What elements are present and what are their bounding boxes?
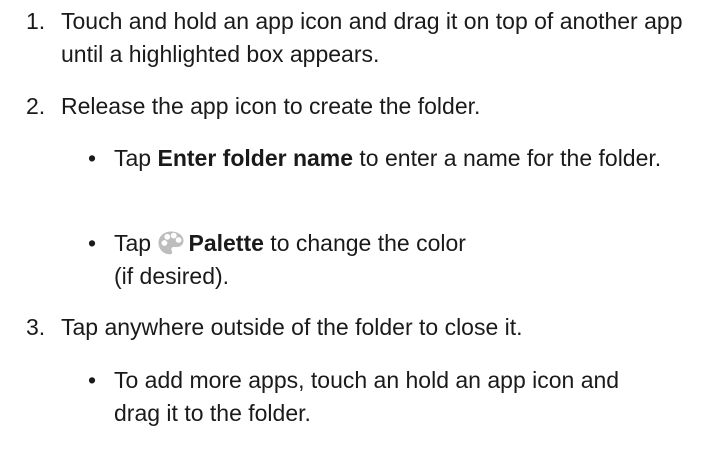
instruction-document: 1. Touch and hold an app icon and drag i… xyxy=(0,0,702,459)
bullet-suffix: to change the color xyxy=(263,230,466,256)
step-2: 2. Release the app icon to create the fo… xyxy=(26,90,696,123)
bullet-prefix: Tap xyxy=(114,230,158,256)
bullet-dot: • xyxy=(88,367,97,393)
bullet-add-more-apps: • To add more apps, touch an hold an app… xyxy=(88,364,698,430)
bullet-text: To add more apps, touch an hold an app i… xyxy=(114,367,620,426)
step-number: 1. xyxy=(26,8,46,34)
step-number: 2. xyxy=(26,93,46,119)
bullet-enter-folder-name: • Tap Enter folder name to enter a name … xyxy=(88,142,698,175)
bullet-text: Tap Enter folder name to enter a name fo… xyxy=(114,142,698,175)
bullet-palette: • Tap Palette to change the color (if des… xyxy=(88,227,698,293)
step-text: Release the app icon to create the folde… xyxy=(61,93,481,119)
bullet-line-2: (if desired). xyxy=(114,263,230,289)
palette-label: Palette xyxy=(188,230,264,256)
enter-folder-name-label: Enter folder name xyxy=(157,145,354,171)
step-3: 3. Tap anywhere outside of the folder to… xyxy=(26,311,696,344)
bullet-dot: • xyxy=(88,230,97,256)
step-text: Touch and hold an app icon and drag it o… xyxy=(61,8,683,67)
bullet-dot: • xyxy=(88,145,97,171)
step-1: 1. Touch and hold an app icon and drag i… xyxy=(26,5,696,71)
bullet-suffix: to enter a name for the folder. xyxy=(353,145,662,171)
step-text: Tap anywhere outside of the folder to cl… xyxy=(61,314,523,340)
bullet-prefix: Tap xyxy=(114,145,158,171)
palette-icon xyxy=(157,230,185,256)
bullet-text: Tap Palette to change the color (if desir… xyxy=(114,227,698,293)
step-number: 3. xyxy=(26,314,46,340)
